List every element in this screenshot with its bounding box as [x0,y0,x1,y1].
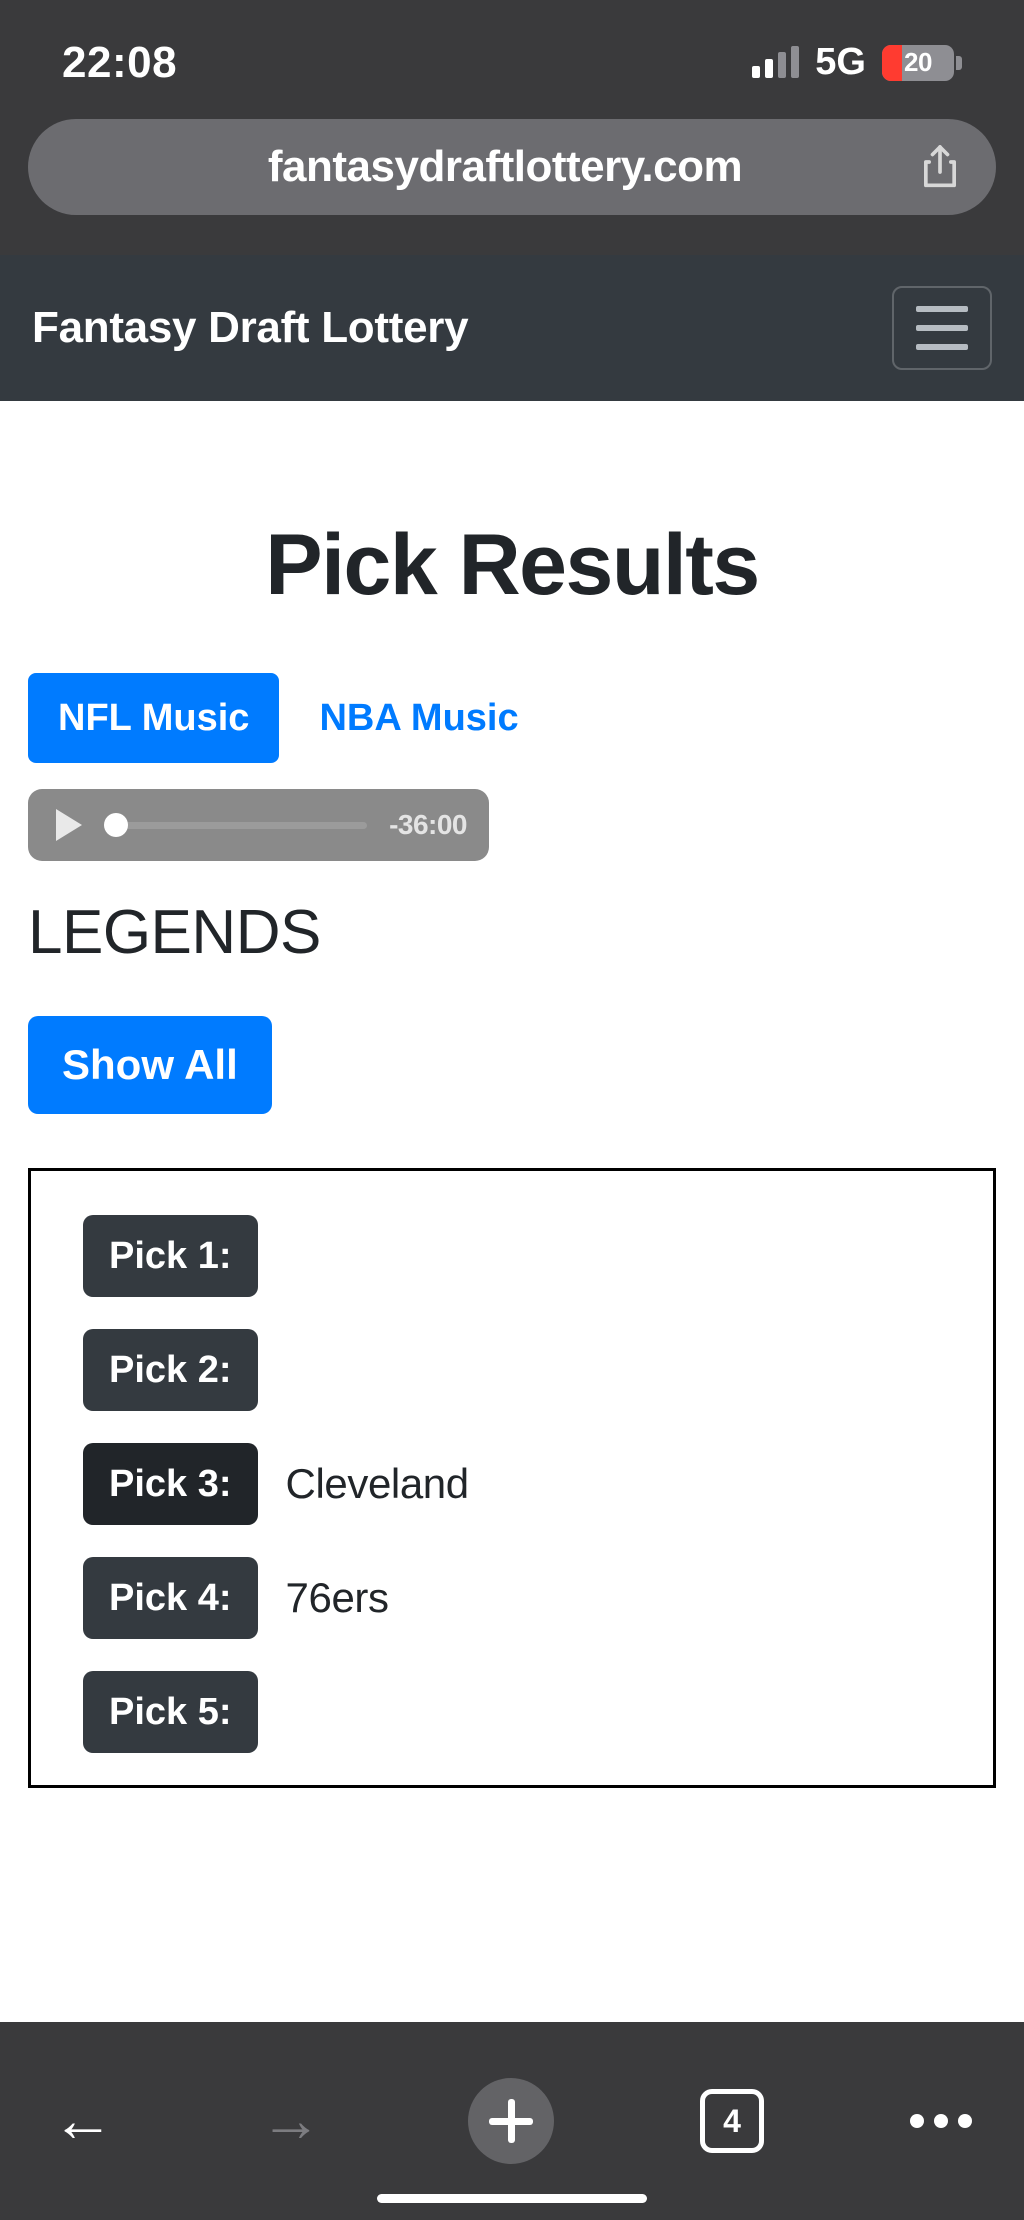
home-indicator-zone [0,2176,1024,2220]
pick-row: Pick 6: [31,1785,993,1788]
pick-row: Pick 4: 76ers [31,1557,993,1639]
site-navbar: Fantasy Draft Lottery [0,255,1024,401]
audio-progress-track[interactable] [104,821,368,829]
pick-label-badge[interactable]: Pick 1: [83,1215,258,1297]
pick-results-list: Pick 1: Pick 2: Pick 3: Cleveland Pick 4… [28,1168,996,1788]
browser-url-zone: fantasydraftlottery.com [0,105,1024,255]
pick-label-badge[interactable]: Pick 4: [83,1557,258,1639]
arrow-right-icon[interactable]: → [260,2090,322,2152]
pick-row: Pick 3: Cleveland [31,1443,993,1525]
network-type-label: 5G [815,41,866,83]
arrow-left-icon[interactable]: ← [52,2090,114,2152]
status-clock: 22:08 [62,37,178,87]
site-brand[interactable]: Fantasy Draft Lottery [32,303,469,353]
pick-row: Pick 2: [31,1329,993,1411]
audio-scrubber[interactable] [104,813,368,837]
battery-percent-label: 20 [904,47,932,77]
pick-label-badge[interactable]: Pick 5: [83,1671,258,1753]
pick-label-badge[interactable]: Pick 3: [83,1443,258,1525]
page-title: Pick Results [265,517,760,613]
plus-icon[interactable] [468,2078,554,2164]
pick-label-badge[interactable]: Pick 6: [83,1785,258,1788]
audio-progress-knob[interactable] [104,813,128,837]
share-icon[interactable] [918,141,962,193]
pick-team-name: 76ers [285,1574,389,1621]
page-content: Pick Results NFL Music NBA Music -36:00 … [0,401,1024,2220]
audio-time-remaining: -36:00 [389,809,467,840]
tab-nba-music[interactable]: NBA Music [289,673,548,763]
music-tab-list: NFL Music NBA Music [28,673,996,763]
ellipsis-icon[interactable] [910,2114,972,2128]
cellular-bars-icon [752,45,800,78]
battery-low-icon: 20 [882,44,954,81]
show-all-button[interactable]: Show All [28,1016,272,1114]
tab-nfl-music[interactable]: NFL Music [28,673,280,763]
play-icon[interactable] [56,809,82,841]
pick-row: Pick 5: [31,1671,993,1753]
pick-label-badge[interactable]: Pick 2: [83,1329,258,1411]
pick-row: Pick 1: [31,1215,993,1297]
phone-screen: 22:08 5G 20 fantasydraftlottery.com Fant… [0,0,1024,2220]
hamburger-menu-icon[interactable] [892,286,992,370]
audio-player[interactable]: -36:00 [28,789,489,861]
ios-status-bar: 22:08 5G 20 [0,0,1024,105]
home-indicator [377,2193,647,2203]
status-indicators: 5G 20 [752,41,962,84]
pick-team-name: Cleveland [285,1460,470,1507]
section-heading-legends: LEGENDS [28,898,321,967]
url-text[interactable]: fantasydraftlottery.com [62,142,918,192]
url-bar[interactable]: fantasydraftlottery.com [28,119,996,215]
tab-count-button[interactable]: 4 [700,2089,764,2153]
